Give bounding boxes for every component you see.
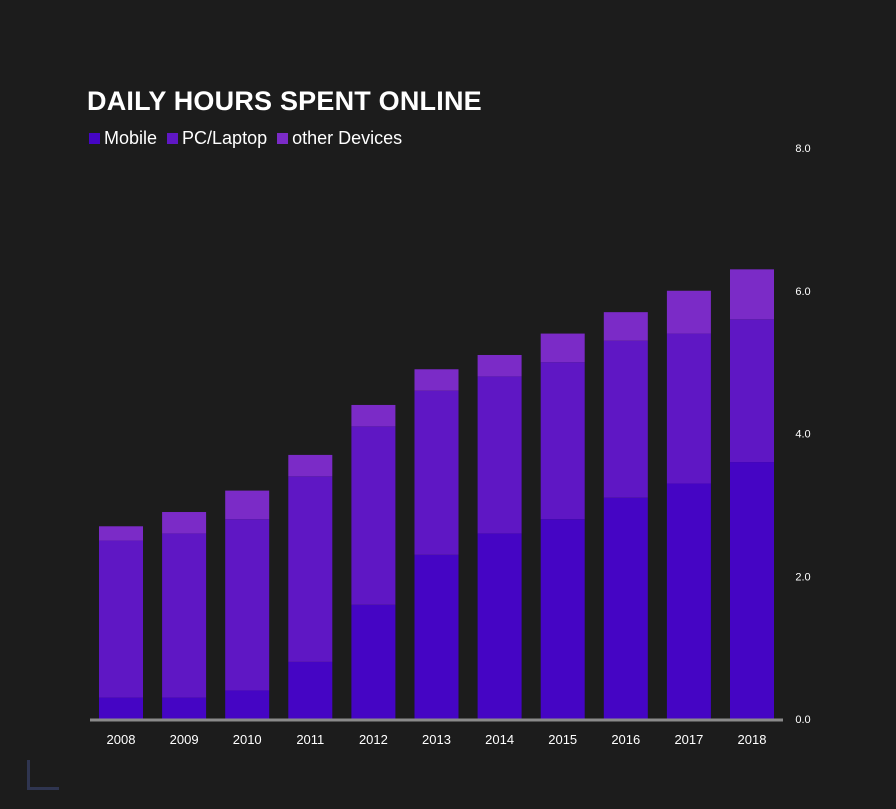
bar-other-devices-2013 [414, 369, 459, 391]
x-tick-label-2016: 2016 [611, 732, 640, 747]
x-tick-label-2009: 2009 [170, 732, 199, 747]
x-tick-label-2014: 2014 [485, 732, 514, 747]
y-tick-label-4.0: 4.0 [795, 429, 810, 441]
bar-mobile-2010 [225, 690, 270, 719]
x-tick-label-2013: 2013 [422, 732, 451, 747]
x-tick-label-2012: 2012 [359, 732, 388, 747]
y-tick-label-0.0: 0.0 [795, 714, 810, 726]
x-tick-label-2015: 2015 [548, 732, 577, 747]
x-tick-label-2008: 2008 [107, 732, 136, 747]
bar-pc-laptop-2016 [603, 340, 648, 498]
y-tick-label-2.0: 2.0 [795, 571, 810, 583]
bar-mobile-2016 [603, 497, 648, 719]
x-tick-label-2018: 2018 [738, 732, 767, 747]
bar-other-devices-2009 [162, 512, 207, 534]
bar-mobile-2009 [162, 697, 207, 719]
bar-other-devices-2010 [225, 490, 270, 520]
bar-pc-laptop-2010 [225, 519, 270, 691]
bar-mobile-2008 [99, 697, 143, 719]
bar-other-devices-2014 [477, 354, 522, 377]
bar-pc-laptop-2017 [666, 333, 711, 484]
bar-other-devices-2012 [351, 404, 396, 427]
x-tick-label-2010: 2010 [233, 732, 262, 747]
bar-mobile-2014 [477, 533, 522, 719]
x-tick-label-2017: 2017 [674, 732, 703, 747]
bar-other-devices-2008 [99, 526, 143, 541]
bar-mobile-2017 [666, 483, 711, 719]
y-tick-label-6.0: 6.0 [795, 286, 810, 298]
bar-pc-laptop-2008 [99, 540, 143, 698]
bar-pc-laptop-2018 [730, 319, 774, 463]
corner-bracket-decoration [27, 760, 59, 790]
bar-chart: 2008 2009 2010 2011 2012 2013 2014 2015 2016 2017… [90, 143, 811, 747]
bar-mobile-2015 [540, 519, 585, 719]
x-tick-label-2011: 2011 [296, 732, 324, 747]
bar-other-devices-2011 [288, 454, 333, 477]
bar-pc-laptop-2013 [414, 390, 459, 555]
bar-mobile-2011 [288, 661, 333, 719]
y-tick-label-8.0: 8.0 [795, 143, 810, 155]
bar-pc-laptop-2015 [540, 362, 585, 520]
bar-pc-laptop-2012 [351, 426, 396, 605]
bar-pc-laptop-2011 [288, 476, 333, 662]
bar-other-devices-2015 [540, 333, 585, 363]
bar-other-devices-2016 [603, 312, 648, 341]
bar-other-devices-2017 [666, 290, 711, 334]
bar-pc-laptop-2014 [477, 376, 522, 534]
bar-mobile-2018 [730, 462, 774, 719]
bar-other-devices-2018 [730, 269, 774, 320]
bar-mobile-2012 [351, 604, 396, 719]
bar-mobile-2013 [414, 554, 459, 719]
bar-pc-laptop-2009 [162, 533, 207, 698]
